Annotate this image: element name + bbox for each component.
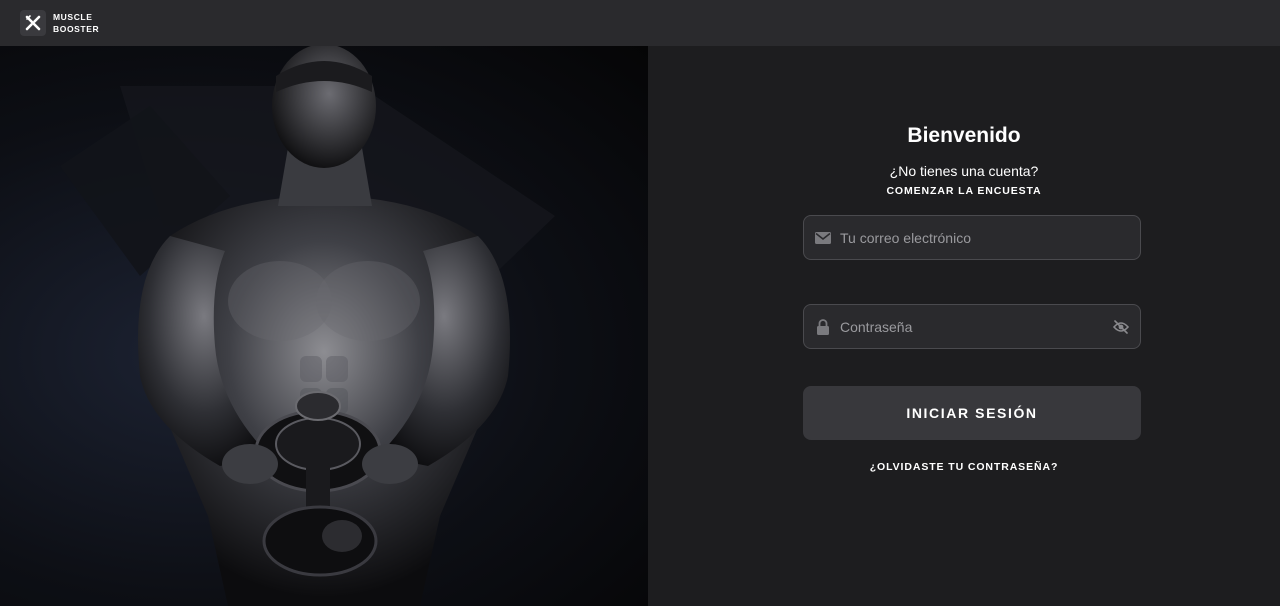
brand-logo[interactable]: MUSCLE BOOSTER [20, 10, 99, 36]
athlete-illustration [60, 46, 555, 606]
brand-name-line2: BOOSTER [53, 24, 100, 34]
login-button[interactable]: INICIAR SESIÓN [803, 386, 1141, 440]
envelope-icon [815, 230, 831, 246]
email-field[interactable] [803, 215, 1141, 260]
x-logo-icon [20, 10, 46, 36]
no-account-text: ¿No tienes una cuenta? [889, 163, 1039, 179]
welcome-title: Bienvenido [907, 124, 1021, 147]
password-input[interactable] [840, 305, 1113, 348]
start-survey-link[interactable]: COMENZAR LA ENCUESTA [648, 185, 1280, 197]
hero-image [0, 46, 648, 606]
password-field[interactable] [803, 304, 1141, 349]
forgot-password-link[interactable]: ¿OLVIDASTE TU CONTRASEÑA? [648, 461, 1280, 473]
brand-name: MUSCLE BOOSTER [53, 11, 99, 35]
login-panel: Bienvenido ¿No tienes una cuenta? COMENZ… [648, 46, 1280, 606]
lock-icon [815, 318, 831, 335]
eye-slash-icon[interactable] [1113, 319, 1129, 335]
brand-name-line1: MUSCLE [53, 12, 93, 22]
email-input[interactable] [840, 216, 1140, 259]
top-bar: MUSCLE BOOSTER [0, 0, 1280, 46]
